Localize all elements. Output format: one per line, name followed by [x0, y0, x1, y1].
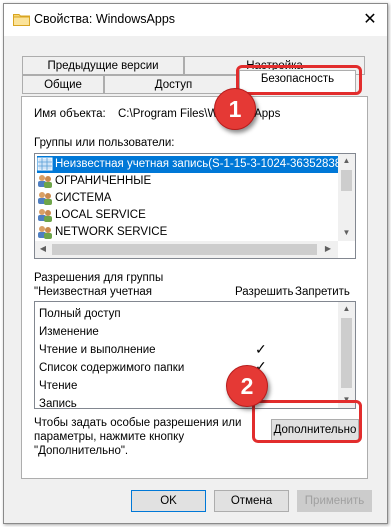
- permission-row: Полный доступ: [39, 308, 121, 320]
- users-group-icon: [38, 174, 52, 188]
- group-name: СИСТЕМА: [55, 192, 112, 204]
- allow-check-icon: ✓: [255, 341, 267, 357]
- deny-column-header: Запретить: [295, 286, 350, 298]
- scroll-down-arrow-icon[interactable]: ▼: [338, 228, 355, 237]
- scroll-thumb[interactable]: [52, 244, 317, 255]
- scroll-left-arrow-icon[interactable]: ◀: [37, 244, 49, 253]
- group-item-local-service[interactable]: LOCAL SERVICE: [37, 207, 146, 224]
- group-name: Неизвестная учетная запись(S-1-15-3-1024…: [55, 158, 348, 170]
- security-tab-highlight: [236, 65, 362, 95]
- groups-label: Группы или пользователи:: [34, 137, 175, 149]
- scroll-up-arrow-icon[interactable]: ▲: [338, 304, 355, 313]
- permission-row: Список содержимого папки: [39, 362, 185, 374]
- scroll-right-arrow-icon[interactable]: ▶: [322, 244, 334, 253]
- scroll-up-arrow-icon[interactable]: ▲: [338, 156, 355, 165]
- users-group-icon: [38, 225, 52, 239]
- permissions-list: Полный доступ Изменение Чтение и выполне…: [34, 301, 356, 409]
- group-name: NETWORK SERVICE: [55, 226, 168, 238]
- advanced-button-highlight: [252, 400, 362, 443]
- group-item-restricted[interactable]: ОГРАНИЧЕННЫЕ: [37, 173, 151, 190]
- advanced-hint-line3: "Дополнительно".: [34, 445, 129, 457]
- permissions-label-line2: "Неизвестная учетная: [34, 286, 153, 298]
- advanced-hint-line2: параметры, нажмите кнопку: [34, 431, 185, 443]
- tab-general[interactable]: Общие: [22, 75, 104, 94]
- ok-button[interactable]: OK: [131, 490, 206, 512]
- group-item-system[interactable]: СИСТЕМА: [37, 190, 111, 207]
- permission-row: Чтение и выполнение: [39, 344, 156, 356]
- scroll-thumb[interactable]: [341, 170, 352, 191]
- group-name: ОГРАНИЧЕННЫЕ: [55, 175, 152, 187]
- unknown-account-icon: [37, 157, 53, 171]
- step-2-badge: 2: [226, 365, 268, 407]
- object-name-label: Имя объекта:: [34, 108, 106, 120]
- scroll-thumb[interactable]: [341, 318, 352, 388]
- group-name: LOCAL SERVICE: [55, 209, 146, 221]
- group-item-unknown[interactable]: Неизвестная учетная запись(S-1-15-3-1024…: [37, 156, 348, 173]
- groups-listbox[interactable]: Неизвестная учетная запись(S-1-15-3-1024…: [34, 153, 356, 259]
- permission-row: Чтение: [39, 380, 78, 392]
- users-group-icon: [38, 208, 52, 222]
- cancel-button[interactable]: Отмена: [214, 490, 289, 512]
- close-button[interactable]: ✕: [353, 4, 387, 36]
- permissions-label: Разрешения для группы: [34, 272, 164, 284]
- advanced-hint-line1: Чтобы задать особые разрешения или: [34, 417, 242, 429]
- step-1-badge: 1: [214, 88, 256, 130]
- folder-icon: [13, 14, 30, 26]
- permission-row: Изменение: [39, 326, 99, 338]
- groups-horizontal-scrollbar[interactable]: ◀ ▶: [35, 241, 338, 258]
- groups-vertical-scrollbar[interactable]: ▲ ▼: [338, 154, 355, 241]
- allow-column-header: Разрешить: [235, 286, 294, 298]
- tab-previous-versions[interactable]: Предыдущие версии: [22, 56, 184, 75]
- title-bar: Свойства: WindowsApps ✕: [4, 4, 387, 36]
- apply-button[interactable]: Применить: [297, 490, 372, 512]
- users-group-icon: [38, 191, 52, 205]
- window-title: Свойства: WindowsApps: [34, 12, 176, 26]
- group-item-network-service[interactable]: NETWORK SERVICE: [37, 224, 167, 241]
- permission-row: Запись: [39, 398, 77, 409]
- permissions-scrollbar[interactable]: ▲ ▼: [338, 302, 355, 408]
